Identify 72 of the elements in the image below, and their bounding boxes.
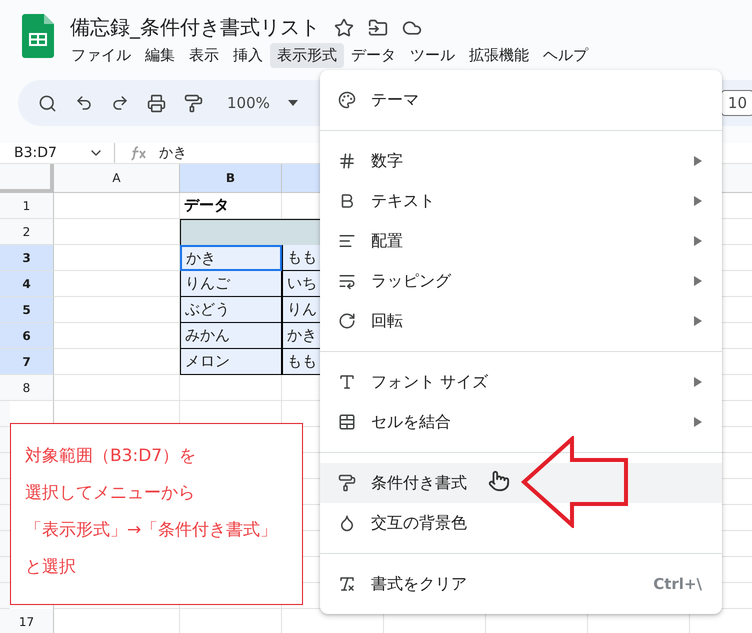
palette-icon	[337, 91, 357, 109]
font-size-field[interactable]: 10	[720, 90, 752, 116]
row-header[interactable]: 1	[0, 193, 54, 219]
merge-cells-icon	[337, 413, 357, 431]
table-cell[interactable]: メロン	[180, 349, 282, 375]
menu-item[interactable]: テーマ	[320, 80, 722, 120]
row-header[interactable]	[0, 505, 10, 531]
row-header[interactable]: 3	[0, 245, 54, 271]
row-header[interactable]	[0, 557, 10, 583]
menu-item[interactable]: 回転	[320, 301, 722, 341]
print-icon[interactable]	[147, 94, 166, 112]
menu-item[interactable]: ラッピング	[320, 261, 722, 301]
menu-tab[interactable]: データ	[344, 43, 403, 68]
row-header[interactable]	[0, 531, 10, 557]
menu-item[interactable]: テキスト	[320, 181, 722, 221]
menu-item[interactable]: 条件付き書式	[320, 463, 722, 503]
name-box[interactable]: B3:D7	[14, 145, 88, 161]
paint-roller-icon[interactable]	[184, 94, 203, 112]
row-header[interactable]	[0, 401, 10, 427]
row-header[interactable]: 7	[0, 349, 54, 375]
row-header[interactable]: 4	[0, 271, 54, 297]
row-header[interactable]	[0, 453, 10, 479]
select-all-corner[interactable]	[0, 164, 54, 193]
undo-icon[interactable]	[75, 94, 93, 112]
row-header[interactable]: 5	[0, 297, 54, 323]
hand-cursor-icon	[488, 470, 510, 492]
grid-cell[interactable]	[180, 375, 282, 401]
grid-cell[interactable]	[54, 193, 180, 219]
menu-item[interactable]: セルを結合	[320, 402, 722, 442]
column-header[interactable]: A	[54, 164, 180, 193]
menu-tab[interactable]: 表示	[182, 43, 226, 68]
table-cell[interactable]: みかん	[180, 323, 282, 349]
menu-tab[interactable]: 表示形式	[270, 43, 344, 68]
table-cell[interactable]: かき	[180, 245, 282, 271]
paint-roller-icon	[337, 474, 357, 492]
row-header[interactable]: 8	[0, 375, 54, 401]
menu-item[interactable]: フォント サイズ	[320, 362, 722, 402]
rotate-icon	[337, 312, 357, 330]
formula-text[interactable]: かき	[159, 144, 187, 162]
zoom-select[interactable]: 100%	[227, 94, 270, 112]
shortcut-text: Ctrl+\	[653, 575, 702, 593]
menu-tab[interactable]: 挿入	[226, 43, 270, 68]
caret-icon[interactable]	[288, 100, 298, 106]
font-size-icon	[337, 373, 357, 391]
menu-tab[interactable]: ファイル	[64, 43, 138, 68]
row-header[interactable]	[0, 583, 10, 609]
menu-tab[interactable]: 拡張機能	[462, 43, 536, 68]
document-title[interactable]: 備忘録_条件付き書式リスト	[70, 14, 320, 41]
search-icon[interactable]	[38, 94, 57, 112]
row-header[interactable]: 2	[0, 219, 54, 245]
row-header[interactable]	[0, 479, 10, 505]
table-cell[interactable]: ぶどう	[180, 297, 282, 323]
column-header[interactable]: B	[180, 164, 282, 193]
wrap-text-icon	[337, 272, 357, 290]
grid-cell[interactable]	[54, 375, 180, 401]
menu-tab[interactable]: ツール	[403, 43, 462, 68]
row-header[interactable]	[0, 427, 10, 453]
row-header[interactable]: 17	[0, 609, 54, 633]
menu-item[interactable]: 書式をクリア Ctrl+\	[320, 564, 722, 604]
callout-text: 対象範囲（B3:D7）を 選択してメニューから 「表示形式」→「条件付き書式」 と選択	[25, 445, 278, 579]
star-icon[interactable]	[334, 18, 354, 38]
menu-tab[interactable]: 編集	[138, 43, 182, 68]
align-left-icon	[337, 232, 357, 250]
sheets-logo[interactable]	[22, 14, 54, 58]
menu-item[interactable]: 交互の背景色	[320, 503, 722, 543]
menu-item[interactable]: 配置	[320, 221, 722, 261]
row-header[interactable]: 6	[0, 323, 54, 349]
folder-move-icon[interactable]	[368, 18, 388, 38]
menu-item[interactable]: 数字	[320, 141, 722, 181]
menu-tab[interactable]: ヘルプ	[536, 43, 595, 68]
redo-icon[interactable]	[111, 94, 129, 112]
table-cell[interactable]: りんご	[180, 271, 282, 297]
